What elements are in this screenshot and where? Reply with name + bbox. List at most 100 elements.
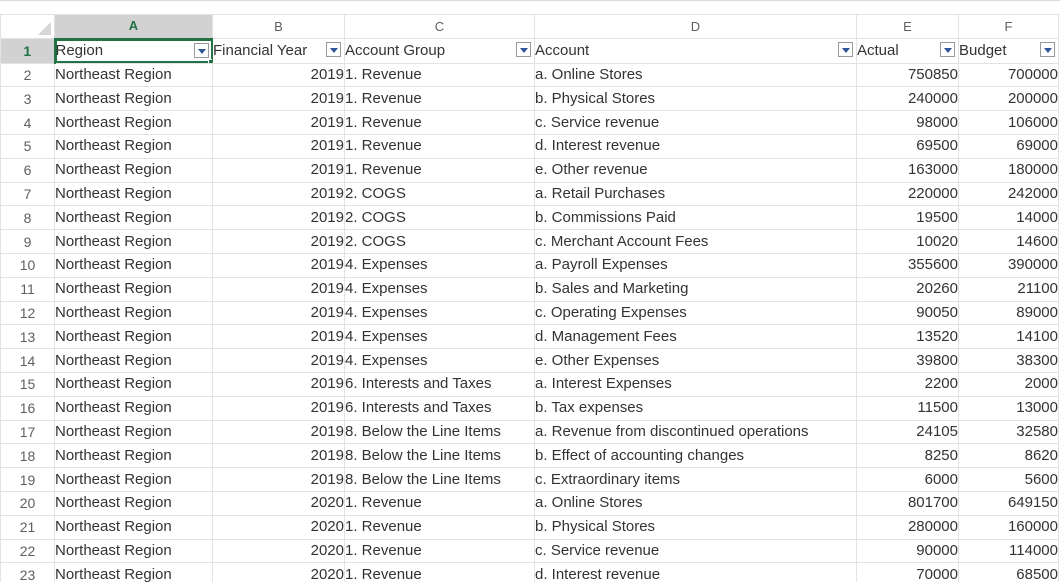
cell-budget[interactable]: 14600 [958,229,1059,254]
cell-financial-year[interactable]: 2019 [212,157,345,183]
cell-account-group[interactable]: 8. Below the Line Items [344,443,535,469]
cell-financial-year[interactable]: 2019 [212,276,345,302]
cell-actual[interactable]: 280000 [856,514,959,540]
cell-account[interactable]: c. Service revenue [534,538,857,564]
cell-financial-year[interactable]: 2019 [212,181,345,207]
cell-region[interactable]: Northeast Region [54,86,213,112]
row-header[interactable]: 9 [0,229,55,254]
cell-actual[interactable]: 90050 [856,300,959,326]
cell-financial-year[interactable]: 2019 [212,252,345,278]
cell-account-group[interactable]: 8. Below the Line Items [344,419,535,445]
cell-account-group[interactable]: 6. Interests and Taxes [344,371,535,397]
cell-financial-year[interactable]: 2020 [212,562,345,582]
cell-financial-year[interactable]: 2019 [212,467,345,492]
cell-actual[interactable]: 801700 [856,490,959,516]
cell-account-group[interactable]: 2. COGS [344,181,535,207]
cell-actual[interactable]: 20260 [856,276,959,302]
cell-account-group[interactable]: 1. Revenue [344,86,535,112]
header-cell-financial-year[interactable]: Financial Year [212,38,345,64]
cell-account[interactable]: b. Effect of accounting changes [534,443,857,469]
row-header[interactable]: 17 [0,419,55,445]
cell-account[interactable]: a. Online Stores [534,490,857,516]
cell-financial-year[interactable]: 2019 [212,395,345,421]
cell-financial-year[interactable]: 2019 [212,205,345,231]
cell-region[interactable]: Northeast Region [54,514,213,540]
cell-account[interactable]: b. Sales and Marketing [534,276,857,302]
cell-budget[interactable]: 89000 [958,300,1059,326]
cell-budget[interactable]: 8620 [958,443,1059,469]
cell-account[interactable]: a. Interest Expenses [534,371,857,397]
cell-account[interactable]: a. Online Stores [534,62,857,88]
cell-actual[interactable]: 90000 [856,538,959,564]
cell-budget[interactable]: 700000 [958,62,1059,88]
cell-budget[interactable]: 160000 [958,514,1059,540]
row-header[interactable]: 23 [0,562,55,582]
row-header[interactable]: 13 [0,324,55,350]
cell-account[interactable]: b. Physical Stores [534,514,857,540]
filter-dropdown-icon[interactable] [940,42,955,58]
cell-region[interactable]: Northeast Region [54,419,213,445]
cell-region[interactable]: Northeast Region [54,300,213,326]
cell-budget[interactable]: 69000 [958,133,1059,159]
cell-account-group[interactable]: 4. Expenses [344,252,535,278]
cell-actual[interactable]: 10020 [856,229,959,254]
column-header-f[interactable]: F [958,13,1059,40]
cell-budget[interactable]: 32580 [958,419,1059,445]
row-header[interactable]: 10 [0,252,55,278]
column-header-d[interactable]: D [534,13,857,40]
cell-financial-year[interactable]: 2019 [212,443,345,469]
cell-region[interactable]: Northeast Region [54,395,213,421]
row-header[interactable]: 16 [0,395,55,421]
cell-region[interactable]: Northeast Region [54,62,213,88]
filter-dropdown-icon[interactable] [838,42,853,58]
cell-account[interactable]: c. Merchant Account Fees [534,229,857,254]
cell-account-group[interactable]: 2. COGS [344,205,535,231]
row-header[interactable]: 2 [0,62,55,88]
cell-budget[interactable]: 2000 [958,371,1059,397]
header-cell-region[interactable]: Region [54,38,213,64]
header-cell-account[interactable]: Account [534,38,857,64]
cell-region[interactable]: Northeast Region [54,562,213,582]
cell-account-group[interactable]: 1. Revenue [344,562,535,582]
row-header[interactable]: 14 [0,348,55,373]
row-header[interactable]: 3 [0,86,55,112]
cell-region[interactable]: Northeast Region [54,324,213,350]
cell-actual[interactable]: 24105 [856,419,959,445]
row-header[interactable]: 19 [0,467,55,492]
cell-region[interactable]: Northeast Region [54,205,213,231]
cell-account-group[interactable]: 1. Revenue [344,538,535,564]
row-header[interactable]: 22 [0,538,55,564]
cell-account[interactable]: c. Operating Expenses [534,300,857,326]
cell-financial-year[interactable]: 2019 [212,229,345,254]
cell-account[interactable]: a. Payroll Expenses [534,252,857,278]
cell-financial-year[interactable]: 2019 [212,86,345,112]
cell-budget[interactable]: 649150 [958,490,1059,516]
cell-account-group[interactable]: 1. Revenue [344,157,535,183]
cell-actual[interactable]: 69500 [856,133,959,159]
cell-account-group[interactable]: 4. Expenses [344,276,535,302]
cell-region[interactable]: Northeast Region [54,133,213,159]
cell-budget[interactable]: 13000 [958,395,1059,421]
cell-actual[interactable]: 8250 [856,443,959,469]
column-header-b[interactable]: B [212,13,345,40]
row-header[interactable]: 8 [0,205,55,231]
cell-financial-year[interactable]: 2019 [212,110,345,135]
cell-account-group[interactable]: 2. COGS [344,229,535,254]
row-header[interactable]: 7 [0,181,55,207]
cell-budget[interactable]: 180000 [958,157,1059,183]
cell-financial-year[interactable]: 2020 [212,538,345,564]
filter-dropdown-icon[interactable] [326,42,341,58]
cell-financial-year[interactable]: 2019 [212,324,345,350]
cell-account[interactable]: b. Commissions Paid [534,205,857,231]
cell-account-group[interactable]: 1. Revenue [344,110,535,135]
row-header[interactable]: 11 [0,276,55,302]
cell-account[interactable]: b. Physical Stores [534,86,857,112]
cell-budget[interactable]: 200000 [958,86,1059,112]
cell-account-group[interactable]: 4. Expenses [344,348,535,373]
cell-financial-year[interactable]: 2019 [212,62,345,88]
cell-budget[interactable]: 21100 [958,276,1059,302]
cell-actual[interactable]: 240000 [856,86,959,112]
column-header-e[interactable]: E [856,13,959,40]
cell-account-group[interactable]: 8. Below the Line Items [344,467,535,492]
select-all-corner[interactable] [0,13,55,40]
